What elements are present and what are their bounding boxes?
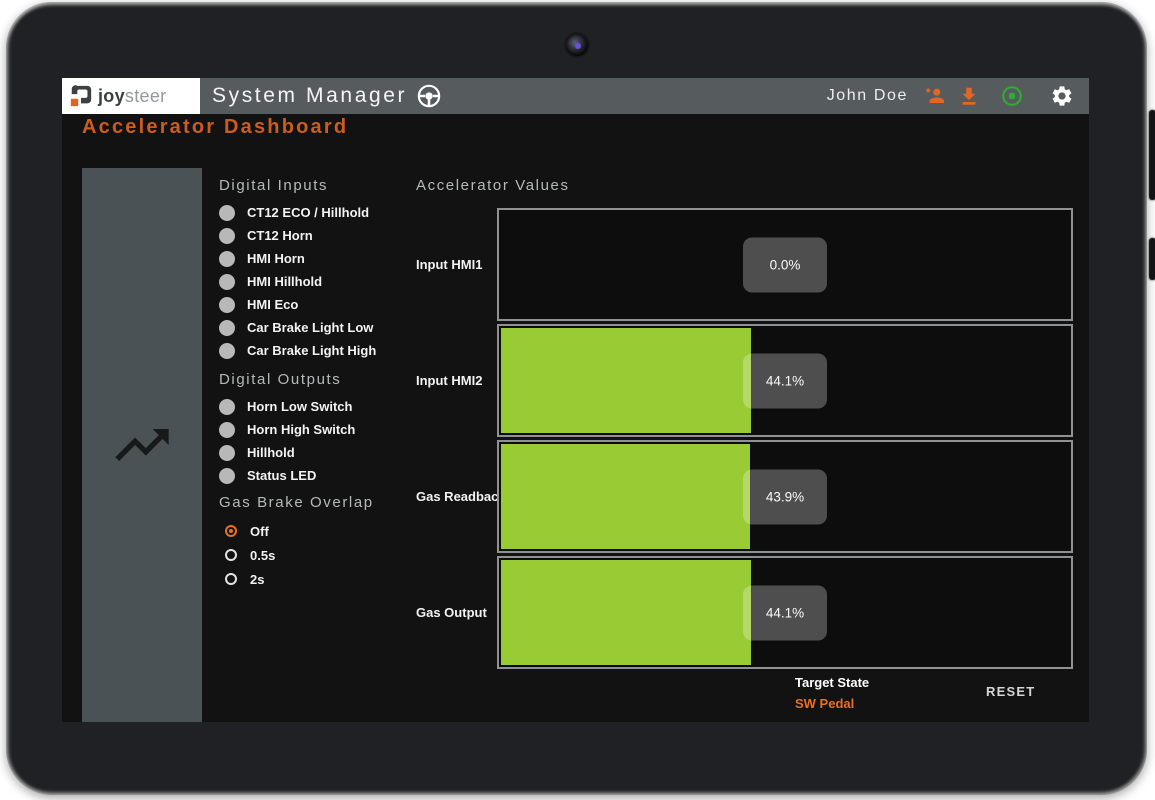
digital-output-label: Hillhold [247, 445, 295, 460]
bar-gauge: 0.0% [497, 208, 1073, 321]
front-camera [566, 34, 588, 56]
bar-row-gas-readback: Gas Readback 43.9% [416, 440, 1076, 553]
reset-button[interactable]: RESET [980, 680, 1041, 703]
bar-gauge: 44.1% [497, 556, 1073, 669]
gear-icon[interactable] [1050, 84, 1074, 108]
digital-output-row: Hillhold [219, 441, 355, 464]
led-indicator [219, 422, 235, 438]
digital-input-label: HMI Hillhold [247, 274, 322, 289]
led-indicator [219, 274, 235, 290]
accelerator-bars: Input HMI1 0.0% Input HMI2 44.1% Gas Rea… [416, 208, 1076, 672]
bar-value-badge: 0.0% [743, 237, 827, 292]
digital-inputs-heading: Digital Inputs [219, 177, 328, 194]
digital-input-row: CT12 Horn [219, 224, 376, 247]
power-button [1149, 238, 1155, 280]
target-state: Target State SW Pedal [795, 675, 869, 711]
target-state-label: Target State [795, 675, 869, 690]
radio-label: 2s [250, 572, 264, 587]
digital-input-row: HMI Horn [219, 247, 376, 270]
digital-output-row: Horn Low Switch [219, 395, 355, 418]
bar-value-badge: 43.9% [743, 469, 827, 524]
radio-option-05s[interactable]: 0.5s [225, 543, 275, 567]
gas-brake-overlap-heading: Gas Brake Overlap [219, 494, 374, 511]
download-icon[interactable] [958, 84, 980, 108]
led-indicator [219, 399, 235, 415]
bar-label: Input HMI1 [416, 208, 497, 321]
digital-output-row: Status LED [219, 464, 355, 487]
led-indicator [219, 468, 235, 484]
volume-button [1149, 110, 1155, 200]
led-indicator [219, 297, 235, 313]
user-name: John Doe [827, 87, 908, 105]
digital-outputs-list: Horn Low Switch Horn High Switch Hillhol… [219, 395, 355, 487]
header-bar: joysteer System Manager John Doe [62, 78, 1089, 114]
digital-input-row: Car Brake Light High [219, 339, 376, 362]
joysteer-logo-icon [69, 84, 93, 108]
bar-row-input-hmi2: Input HMI2 44.1% [416, 324, 1076, 437]
digital-outputs-heading: Digital Outputs [219, 371, 341, 388]
screen: joysteer System Manager John Doe [62, 78, 1089, 722]
joysteer-logo: joysteer [62, 78, 200, 114]
logo-joy: joy [98, 86, 125, 106]
radio-icon[interactable] [225, 525, 237, 537]
status-ring-icon[interactable] [1000, 84, 1024, 108]
bar-row-gas-output: Gas Output 44.1% [416, 556, 1076, 669]
radio-label: Off [250, 524, 269, 539]
digital-input-label: CT12 Horn [247, 228, 313, 243]
digital-input-row: CT12 ECO / Hillhold [219, 201, 376, 224]
bar-value-badge: 44.1% [743, 585, 827, 640]
digital-input-label: Car Brake Light Low [247, 320, 373, 335]
tablet-frame: joysteer System Manager John Doe [6, 2, 1147, 795]
bar-label: Input HMI2 [416, 324, 497, 437]
bar-fill [501, 444, 750, 549]
trending-up-icon [104, 413, 180, 477]
page-title: Accelerator Dashboard [82, 116, 348, 139]
bar-row-input-hmi1: Input HMI1 0.0% [416, 208, 1076, 321]
led-indicator [219, 251, 235, 267]
digital-input-row: HMI Eco [219, 293, 376, 316]
digital-inputs-list: CT12 ECO / Hillhold CT12 Horn HMI Horn H… [219, 201, 376, 362]
radio-icon[interactable] [225, 573, 237, 585]
accelerator-values-heading: Accelerator Values [416, 177, 570, 194]
led-indicator [219, 205, 235, 221]
logo-steer: steer [125, 86, 167, 106]
radio-label: 0.5s [250, 548, 275, 563]
bar-fill [501, 328, 751, 433]
digital-output-label: Horn Low Switch [247, 399, 352, 414]
led-indicator [219, 320, 235, 336]
sidebar-item-dashboard[interactable] [82, 168, 202, 722]
header-actions: John Doe [827, 84, 1089, 108]
led-indicator [219, 445, 235, 461]
logo-text: joysteer [98, 86, 166, 107]
user-star-icon[interactable] [922, 84, 948, 108]
digital-input-label: HMI Eco [247, 297, 298, 312]
digital-output-label: Status LED [247, 468, 316, 483]
bar-gauge: 44.1% [497, 324, 1073, 437]
steering-wheel-icon [416, 83, 442, 109]
target-state-value: SW Pedal [795, 696, 869, 711]
bar-gauge: 43.9% [497, 440, 1073, 553]
digital-output-label: Horn High Switch [247, 422, 355, 437]
bar-label: Gas Readback [416, 440, 497, 553]
radio-icon[interactable] [225, 549, 237, 561]
digital-input-row: HMI Hillhold [219, 270, 376, 293]
digital-input-label: Car Brake Light High [247, 343, 376, 358]
gas-brake-overlap-options: Off 0.5s 2s [225, 519, 275, 591]
led-indicator [219, 228, 235, 244]
bar-fill [501, 560, 751, 665]
digital-input-row: Car Brake Light Low [219, 316, 376, 339]
digital-input-label: HMI Horn [247, 251, 305, 266]
radio-option-2s[interactable]: 2s [225, 567, 275, 591]
bar-label: Gas Output [416, 556, 497, 669]
digital-input-label: CT12 ECO / Hillhold [247, 205, 369, 220]
led-indicator [219, 343, 235, 359]
app-title: System Manager [212, 84, 407, 108]
bar-value-badge: 44.1% [743, 353, 827, 408]
radio-option-off[interactable]: Off [225, 519, 275, 543]
digital-output-row: Horn High Switch [219, 418, 355, 441]
